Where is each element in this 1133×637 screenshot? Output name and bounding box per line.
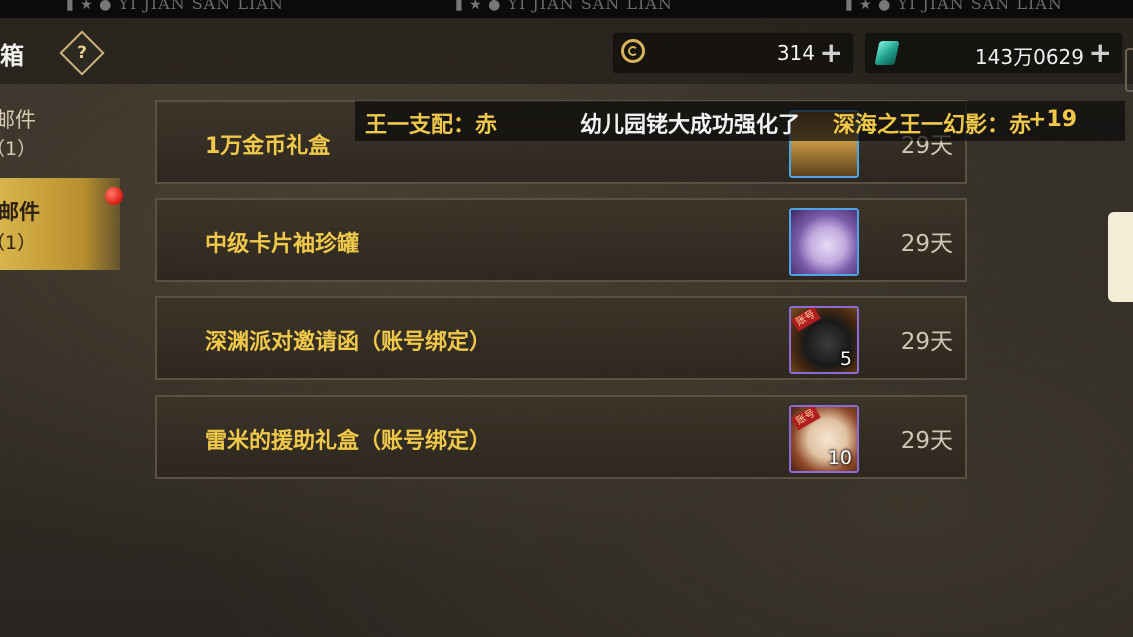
item-quantity: 5 <box>839 348 852 370</box>
add-gem-button[interactable]: + <box>1089 36 1112 69</box>
mail-expiry: 29天 <box>900 428 953 454</box>
broadcast-banner: 王一支配：赤 幼儿园铑大成功强化了 深海之王一幻影：赤 +19 <box>355 101 1125 141</box>
tab-mail-active-label: 邮件 <box>0 200 40 224</box>
item-quantity: 10 <box>827 447 852 469</box>
watermark: ▮ ★ ● YI JIAN SAN LIAN <box>455 0 673 13</box>
abyss-invitation-icon: 账号 5 <box>789 306 859 374</box>
banner-previous-text: 王一支配：赤 <box>365 113 498 138</box>
page-title: 邮箱 <box>0 42 24 70</box>
side-panel-handle[interactable] <box>1108 212 1133 302</box>
gem-icon <box>874 41 900 65</box>
star-icon: ▮ ★ ● <box>455 0 502 13</box>
banner-user-text: 幼儿园铑大成功强化了 <box>580 113 801 138</box>
coin-icon: ▮ ★ ● <box>845 0 892 13</box>
mail-expiry: 29天 <box>900 329 953 355</box>
tab-mail-active[interactable]: 邮件 （1） <box>0 178 120 270</box>
card-jar-icon <box>789 208 859 276</box>
thumbs-up-icon: ▮ ★ ● <box>66 0 113 13</box>
gold-coin-icon <box>621 39 645 63</box>
help-icon: ? <box>77 43 87 63</box>
tab-mail[interactable]: 邮件 （1） <box>0 100 120 170</box>
watermark: ▮ ★ ● YI JIAN SAN LIAN <box>845 0 1063 13</box>
mail-row[interactable]: 深渊派对邀请函（账号绑定） 账号 5 29天 <box>155 296 967 380</box>
gem-amount: 143万0629 <box>974 45 1084 69</box>
gold-currency: 314 + <box>612 32 854 74</box>
mail-title: 中级卡片袖珍罐 <box>205 232 360 257</box>
gem-currency: 143万0629 + <box>864 32 1123 74</box>
gold-amount: 314 <box>776 41 815 65</box>
top-bar: 邮箱 ? 314 + 143万0629 + <box>0 18 1133 92</box>
help-button[interactable]: ? <box>59 30 105 76</box>
banner-enhance-level: +19 <box>1028 107 1078 132</box>
watermark-bar: ▮ ★ ● YI JIAN SAN LIAN ▮ ★ ● YI JIAN SAN L… <box>0 0 1133 18</box>
mail-row[interactable]: 雷米的援助礼盒（账号绑定） 账号 10 29天 <box>155 395 967 479</box>
mail-title: 1万金币礼盒 <box>205 134 331 159</box>
watermark-text: YI JIAN SAN LIAN <box>118 0 284 13</box>
mail-expiry: 29天 <box>900 231 953 257</box>
add-gold-button[interactable]: + <box>820 36 843 69</box>
notification-dot <box>105 187 123 205</box>
watermark-text: YI JIAN SAN LIAN <box>897 0 1063 13</box>
mail-title: 雷米的援助礼盒（账号绑定） <box>205 429 492 454</box>
tab-mail-label: 邮件 <box>0 108 36 132</box>
mail-title: 深渊派对邀请函（账号绑定） <box>205 330 492 355</box>
menu-edge-tab[interactable] <box>1125 48 1133 92</box>
remy-gift-icon: 账号 10 <box>789 405 859 473</box>
tab-mail-active-count: （1） <box>0 232 37 254</box>
mail-row[interactable]: 中级卡片袖珍罐 29天 <box>155 198 967 282</box>
banner-item-name: 深海之王一幻影：赤 <box>833 113 1032 138</box>
watermark: ▮ ★ ● YI JIAN SAN LIAN <box>66 0 284 13</box>
watermark-text: YI JIAN SAN LIAN <box>507 0 673 13</box>
tab-mail-count: （1） <box>0 138 37 160</box>
